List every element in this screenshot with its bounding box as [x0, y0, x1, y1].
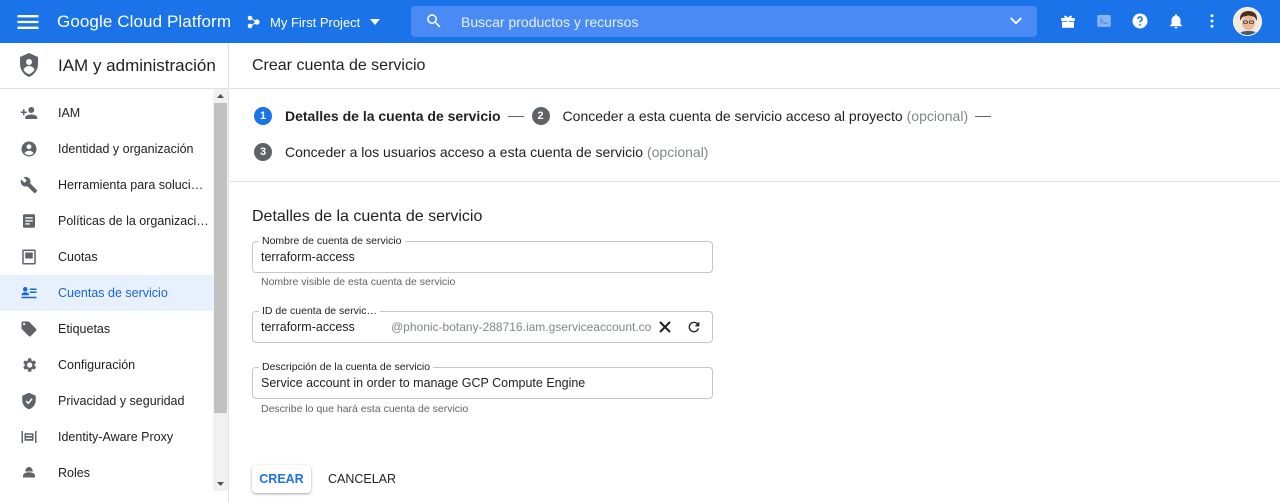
service-account-id-input[interactable]	[261, 312, 386, 342]
refresh-icon[interactable]	[686, 319, 702, 335]
wrench-icon	[20, 176, 38, 194]
sidebar-item-identity-aware-proxy[interactable]: Identity-Aware Proxy	[0, 419, 213, 455]
step-connector	[975, 115, 992, 117]
person-add-icon	[20, 107, 38, 119]
sidebar-item-label: Identidad y organización	[58, 142, 194, 156]
scroll-down-arrow-icon[interactable]	[213, 477, 228, 491]
policy-document-icon	[23, 214, 35, 228]
sidebar-nav: IAM Identidad y organización Herramienta…	[0, 95, 213, 491]
project-selector[interactable]: My First Project	[246, 8, 382, 36]
quota-icon	[22, 249, 36, 265]
sidebar-item-label: Herramienta para soluci…	[58, 178, 204, 192]
label-tag-icon	[21, 321, 37, 337]
step-connector	[507, 115, 524, 117]
service-account-name-input[interactable]	[261, 242, 701, 272]
step-3[interactable]: 3 Conceder a los usuarios acceso a esta …	[254, 143, 708, 161]
sidebar-item-roles[interactable]: Roles	[0, 455, 213, 491]
field-hint: Nombre visible de esta cuenta de servici…	[261, 276, 456, 288]
step-number-badge: 3	[254, 143, 272, 161]
sidebar-item-identity-organization[interactable]: Identidad y organización	[0, 131, 213, 167]
settings-gear-icon	[23, 358, 37, 372]
sidebar-item-label: Políticas de la organizaci…	[58, 214, 209, 228]
cancel-button[interactable]: CANCELAR	[323, 465, 401, 493]
sidebar-title: IAM y administración	[58, 56, 216, 75]
notifications-bell-icon[interactable]	[1167, 12, 1185, 30]
sidebar-item-label: Roles	[58, 466, 90, 480]
chevron-down-icon	[370, 19, 381, 25]
project-nodes-icon	[247, 15, 260, 29]
sidebar-item-label: Identity-Aware Proxy	[58, 430, 174, 444]
cloud-shell-icon[interactable]	[1095, 12, 1113, 30]
page-header: Crear cuenta de servicio	[230, 43, 1280, 89]
search-input[interactable]	[461, 6, 991, 37]
hamburger-menu-icon[interactable]	[14, 8, 42, 36]
service-account-name-field[interactable]: Nombre de cuenta de servicio	[252, 235, 713, 273]
sidebar-item-labels[interactable]: Etiquetas	[0, 311, 213, 347]
step-optional-tag: (opcional)	[646, 144, 709, 160]
sidebar-item-label: Cuotas	[58, 250, 98, 264]
sidebar-item-privacy-security[interactable]: Privacidad y seguridad	[0, 383, 213, 419]
step-1[interactable]: 1 Detalles de la cuenta de servicio 2 Co…	[254, 107, 992, 125]
step-label: Detalles de la cuenta de servicio	[285, 108, 501, 124]
project-name: My First Project	[270, 14, 361, 30]
step-number-badge: 2	[531, 107, 550, 125]
service-account-description-field[interactable]: Descripción de la cuenta de servicio	[252, 361, 713, 399]
service-account-description-input[interactable]	[261, 368, 701, 398]
service-account-id-field[interactable]: ID de cuenta de servic… @phonic-botany-2…	[252, 305, 713, 343]
brand-title[interactable]: Google Cloud Platform	[57, 0, 231, 43]
avatar-face-icon	[1234, 8, 1261, 35]
top-app-bar: Google Cloud Platform My First Project	[0, 0, 1280, 43]
page-title: Crear cuenta de servicio	[252, 57, 426, 74]
sidebar-item-service-accounts[interactable]: Cuentas de servicio	[0, 275, 213, 311]
iam-shield-icon	[20, 53, 38, 77]
gift-icon[interactable]	[1059, 12, 1077, 30]
create-button[interactable]: CREAR	[252, 465, 311, 493]
expand-more-icon[interactable]	[1007, 12, 1025, 30]
sidebar-item-troubleshooter[interactable]: Herramienta para soluci…	[0, 167, 213, 203]
step-label: Conceder a los usuarios acceso a esta cu…	[285, 144, 643, 160]
section-title: Detalles de la cuenta de servicio	[252, 208, 483, 225]
sidebar-item-label: Configuración	[58, 358, 136, 372]
search-bar[interactable]	[411, 6, 1037, 37]
sidebar-header: IAM y administración	[0, 43, 229, 89]
proxy-icon	[21, 431, 37, 443]
account-circle-icon	[21, 141, 37, 157]
sidebar-item-label: Cuentas de servicio	[58, 286, 168, 300]
search-icon	[427, 14, 441, 28]
sidebar-item-label: Privacidad y seguridad	[58, 394, 185, 408]
sidebar-item-iam[interactable]: IAM	[0, 95, 213, 131]
service-account-icon	[21, 287, 37, 299]
step-optional-tag: (opcional)	[906, 108, 969, 124]
email-domain-suffix: @phonic-botany-288716.iam.gserviceaccoun…	[391, 320, 652, 334]
help-icon[interactable]	[1131, 12, 1149, 30]
sidebar: IAM y administración IAM Identidad y org…	[0, 43, 229, 502]
clear-close-icon[interactable]	[657, 319, 673, 335]
scroll-up-arrow-icon[interactable]	[213, 89, 228, 103]
stepper: 1 Detalles de la cuenta de servicio 2 Co…	[230, 89, 1280, 182]
user-avatar[interactable]	[1233, 7, 1262, 36]
sidebar-item-label: Etiquetas	[58, 322, 111, 336]
scrollbar-thumb[interactable]	[214, 103, 227, 413]
step-label: Conceder a esta cuenta de servicio acces…	[562, 108, 903, 124]
shield-check-icon	[22, 392, 36, 410]
sidebar-item-label: IAM	[58, 106, 81, 120]
sidebar-item-settings[interactable]: Configuración	[0, 347, 213, 383]
step-number-badge: 1	[254, 107, 272, 125]
field-hint: Describe lo que hará esta cuenta de serv…	[261, 403, 469, 415]
sidebar-scrollbar[interactable]	[213, 89, 228, 491]
sidebar-item-quotas[interactable]: Cuotas	[0, 239, 213, 275]
sidebar-item-org-policies[interactable]: Políticas de la organizaci…	[0, 203, 213, 239]
roles-icon	[23, 467, 35, 478]
more-vert-icon[interactable]	[1203, 12, 1221, 30]
